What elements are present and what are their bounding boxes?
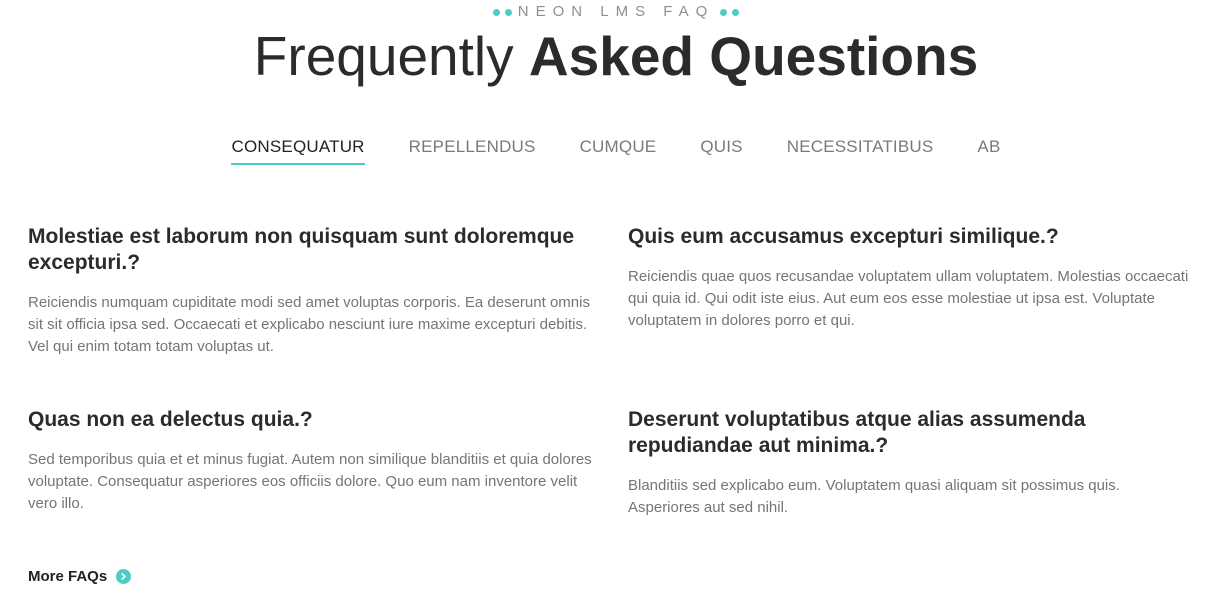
more-faqs-label: More FAQs (28, 568, 108, 585)
faq-item: Deserunt voluptatibus atque alias assume… (628, 407, 1193, 519)
faq-item: Molestiae est laborum non quisquam sunt … (28, 224, 593, 358)
page-title-light: Frequently (253, 25, 514, 87)
section-eyebrow: NEON LMS FAQ (0, 2, 1232, 22)
tab-repellendus[interactable]: REPELLENDUS (409, 136, 536, 165)
tab-consequatur[interactable]: CONSEQUATUR (231, 136, 365, 165)
eyebrow-label: NEON LMS FAQ (517, 3, 715, 20)
faq-question: Quis eum accusamus excepturi similique.? (628, 225, 1059, 248)
faq-answer: Blanditiis sed explicabo eum. Voluptatem… (628, 477, 1120, 516)
faq-question: Quas non ea delectus quia.? (28, 408, 313, 431)
tab-quis[interactable]: QUIS (700, 136, 742, 165)
faq-category-tabs: CONSEQUATUR REPELLENDUS CUMQUE QUIS NECE… (0, 136, 1232, 165)
faq-item: Quis eum accusamus excepturi similique.?… (628, 224, 1193, 332)
tab-ab[interactable]: AB (977, 136, 1000, 165)
faq-answer: Reiciendis numquam cupiditate modi sed a… (28, 294, 590, 355)
more-faqs-link[interactable]: More FAQs (28, 568, 132, 585)
decorative-dots-right (720, 8, 740, 16)
decorative-dots-left (492, 8, 512, 16)
chevron-right-circle-icon (116, 569, 132, 584)
faq-item: Quas non ea delectus quia.? Sed temporib… (28, 407, 593, 515)
faq-answer: Sed temporibus quia et et minus fugiat. … (28, 451, 592, 512)
faq-question: Molestiae est laborum non quisquam sunt … (28, 225, 575, 274)
tab-necessitatibus[interactable]: NECESSITATIBUS (787, 136, 934, 165)
page-title: Frequently Asked Questions (0, 24, 1232, 88)
faq-answer: Reiciendis quae quos recusandae voluptat… (628, 268, 1189, 329)
tab-cumque[interactable]: CUMQUE (580, 136, 657, 165)
faq-question: Deserunt voluptatibus atque alias assume… (628, 408, 1086, 457)
page-title-bold: Asked Questions (528, 25, 979, 87)
